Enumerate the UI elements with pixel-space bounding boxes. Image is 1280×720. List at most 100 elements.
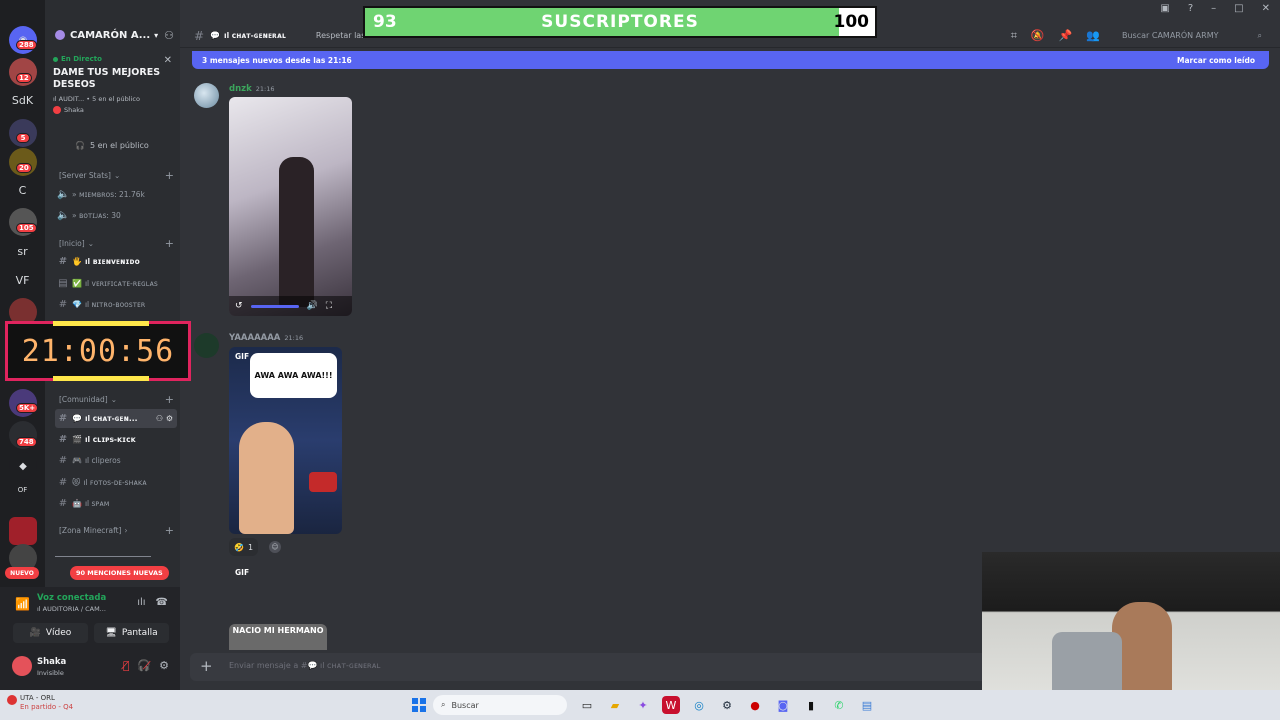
inbox-icon[interactable]: ▣ <box>1160 3 1169 14</box>
add-channel-icon[interactable]: + <box>165 524 174 537</box>
chevron-right-icon: › <box>124 526 128 535</box>
add-channel-icon[interactable]: + <box>165 393 174 406</box>
screen-share-button[interactable]: 🖥 Pantalla <box>94 623 169 643</box>
attach-plus-icon[interactable]: + <box>200 657 213 675</box>
hash-icon: # <box>58 413 68 424</box>
image-attachment[interactable]: NACIO MI HERMANO <box>229 624 327 650</box>
taskbar-search[interactable]: ⌕ Buscar <box>433 695 567 715</box>
user-area[interactable]: Shaka Invisible 🎙̸ 🎧̸ ⚙ <box>8 653 173 683</box>
server-icon[interactable] <box>9 517 37 545</box>
whatsapp-icon[interactable]: ✆ <box>830 696 848 714</box>
gif-badge: GIF <box>235 352 250 361</box>
help-icon[interactable]: ? <box>1188 3 1193 14</box>
invite-people-icon[interactable]: ⚇ <box>164 29 174 42</box>
channel-verificate-reglas[interactable]: ▤ ✅ ıl ᴠᴇʀɪꜰɪᴄᴀᴛᴇ-ʀᴇɢʟᴀs <box>55 274 177 293</box>
server-icon[interactable]: ◆ <box>9 452 37 480</box>
audience-count[interactable]: 🎧 5 en el público <box>75 141 149 150</box>
add-channel-icon[interactable]: + <box>165 169 174 182</box>
replay-icon[interactable]: ↺ <box>235 301 243 311</box>
voice-status[interactable]: Voz conectada <box>37 593 106 603</box>
close-window-icon[interactable]: ✕ <box>1262 3 1270 14</box>
channel-fotos-de-shaka[interactable]: # 😻 ıl ꜰᴏᴛᴏs-ᴅᴇ-sʜᴀᴋᴀ <box>55 473 177 492</box>
noise-suppression-icon[interactable]: ılı <box>137 597 145 608</box>
game-widget[interactable]: UTA - ORL En partido - Q4 <box>20 694 73 712</box>
audience-label: 5 en el público <box>89 141 149 150</box>
disconnect-icon[interactable]: ☎ <box>156 597 168 608</box>
search-input[interactable]: Buscar CAMARÓN ARMY ⌕ <box>1118 28 1268 44</box>
avatar[interactable] <box>12 656 32 676</box>
copilot-icon[interactable]: ✦ <box>634 696 652 714</box>
channel-label: ıl ʙɪᴇɴᴠᴇɴɪᴅᴏ <box>84 257 140 266</box>
mic-muted-icon[interactable]: 🎙̸ <box>123 659 130 672</box>
channel-bienvenido[interactable]: # 🖐 ıl ʙɪᴇɴᴠᴇɴɪᴅᴏ <box>55 252 177 271</box>
channel-botijas[interactable]: 🔈 » ʙᴏᴛɪᴊᴀs: 30 <box>55 206 177 225</box>
live-stage-card[interactable]: En Directo ✕ DAME TUS MEJORES DESEOS ıl … <box>45 50 180 130</box>
category-inicio[interactable]: [Inicio] ⌄ + <box>59 237 177 250</box>
new-messages-bar[interactable]: 3 mensajes nuevos desde las 21:16 Marcar… <box>192 51 1269 69</box>
video-camera-icon: 🎥 <box>29 628 41 638</box>
discord-icon[interactable]: ◙ <box>774 696 792 714</box>
category-server-stats[interactable]: [Server Stats] ⌄ + <box>59 169 177 182</box>
add-channel-icon[interactable]: + <box>165 237 174 250</box>
header-tools: ⌗ 🔕 📌 👥 <box>1011 29 1100 43</box>
author-name[interactable]: YAAAAAAA <box>229 333 280 343</box>
steam-icon[interactable]: ⚙ <box>718 696 736 714</box>
new-mentions-pill[interactable]: 90 MENCIONES NUEVAS <box>70 566 169 580</box>
edge-icon[interactable]: ◎ <box>690 696 708 714</box>
message-author[interactable]: YAAAAAAA 21:16 <box>229 333 303 343</box>
server-sdk[interactable]: SdK <box>0 94 45 107</box>
obs-icon[interactable]: ● <box>746 696 764 714</box>
channel-settings-icons[interactable]: ⚇ ⚙ <box>156 414 173 423</box>
gif-attachment[interactable]: GIF AWA AWA AWA!!! <box>229 347 342 534</box>
server-sr[interactable]: sr <box>0 245 45 258</box>
windows-start-icon[interactable] <box>412 698 426 712</box>
gif-badge: GIF <box>235 568 250 577</box>
category-label: [Inicio] <box>59 239 85 248</box>
threads-icon[interactable]: ⌗ <box>1011 29 1017 43</box>
notification-bell-icon[interactable]: 🔕 <box>1031 29 1045 43</box>
member-list-icon[interactable]: 👥 <box>1086 29 1100 43</box>
channel-miembros[interactable]: 🔈 » ᴍɪᴇᴍʙʀᴏs: 21.76k <box>55 185 177 204</box>
pin-icon[interactable]: 📌 <box>1059 29 1073 43</box>
signal-icon[interactable]: 📶 <box>15 597 30 611</box>
server-c[interactable]: C <box>0 184 45 197</box>
server-of[interactable]: OF <box>0 486 45 494</box>
video-progress[interactable] <box>250 304 299 308</box>
author-name[interactable]: dnzk <box>229 84 252 94</box>
channel-spam[interactable]: # 🤖 ıl sᴘᴀᴍ <box>55 494 177 513</box>
voice-channel[interactable]: ıl AUDITORIA / CAM... <box>37 605 106 613</box>
category-zona-minecraft[interactable]: [Zona Minecraft] › + <box>59 524 177 537</box>
reaction-chip[interactable]: 🤣 1 <box>229 538 259 556</box>
minimize-icon[interactable]: – <box>1211 3 1216 14</box>
mark-as-read-button[interactable]: Marcar como leído <box>1177 56 1255 65</box>
game-widget-icon[interactable] <box>7 695 17 705</box>
channel-clips-kick[interactable]: # 🎬 ıl ᴄʟɪᴘs-ᴋɪᴄᴋ <box>55 430 177 449</box>
message-author[interactable]: dnzk 21:16 <box>229 84 274 94</box>
user-status: Invisible <box>37 669 64 677</box>
file-explorer-icon[interactable]: ▰ <box>606 696 624 714</box>
gear-icon[interactable]: ⚙ <box>159 659 169 672</box>
channel-chat-general[interactable]: # 💬 ıl ᴄʜᴀᴛ-ɢᴇɴ... ⚇ ⚙ <box>55 409 177 428</box>
volume-icon[interactable]: 🔊 <box>307 301 318 311</box>
fullscreen-icon[interactable]: ⛶ <box>326 301 332 311</box>
close-icon[interactable]: ✕ <box>164 55 172 66</box>
channel-nitro-booster[interactable]: # 💎 ıl ɴɪᴛʀᴏ-ʙᴏᴏsᴛᴇʀ <box>55 295 177 314</box>
maximize-icon[interactable]: □ <box>1234 3 1243 14</box>
add-reaction-icon[interactable]: ☺ <box>269 541 281 553</box>
avatar[interactable] <box>194 333 219 358</box>
headphones-deafened-icon[interactable]: 🎧̸ <box>137 659 151 672</box>
video-attachment[interactable]: ↺ 🔊 ⛶ <box>229 97 352 316</box>
server-header[interactable]: CAMARÓN A... ▾ ⚇ <box>45 24 180 46</box>
video-button[interactable]: 🎥 Vídeo <box>13 623 88 643</box>
new-servers-pill[interactable]: NUEVO <box>5 567 39 579</box>
channel-cliperos[interactable]: # 🎮 ıl cliperos <box>55 451 177 470</box>
server-name: CAMARÓN A... <box>70 29 151 41</box>
office-icon[interactable]: W <box>662 696 680 714</box>
terminal-icon[interactable]: ▮ <box>802 696 820 714</box>
task-view-icon[interactable]: ▭ <box>578 696 596 714</box>
category-comunidad[interactable]: [Comunidad] ⌄ + <box>59 393 177 406</box>
rail-badge: 12 <box>16 73 32 83</box>
server-vf[interactable]: VF <box>0 274 45 287</box>
avatar[interactable] <box>194 83 219 108</box>
notepad-icon[interactable]: ▤ <box>858 696 876 714</box>
